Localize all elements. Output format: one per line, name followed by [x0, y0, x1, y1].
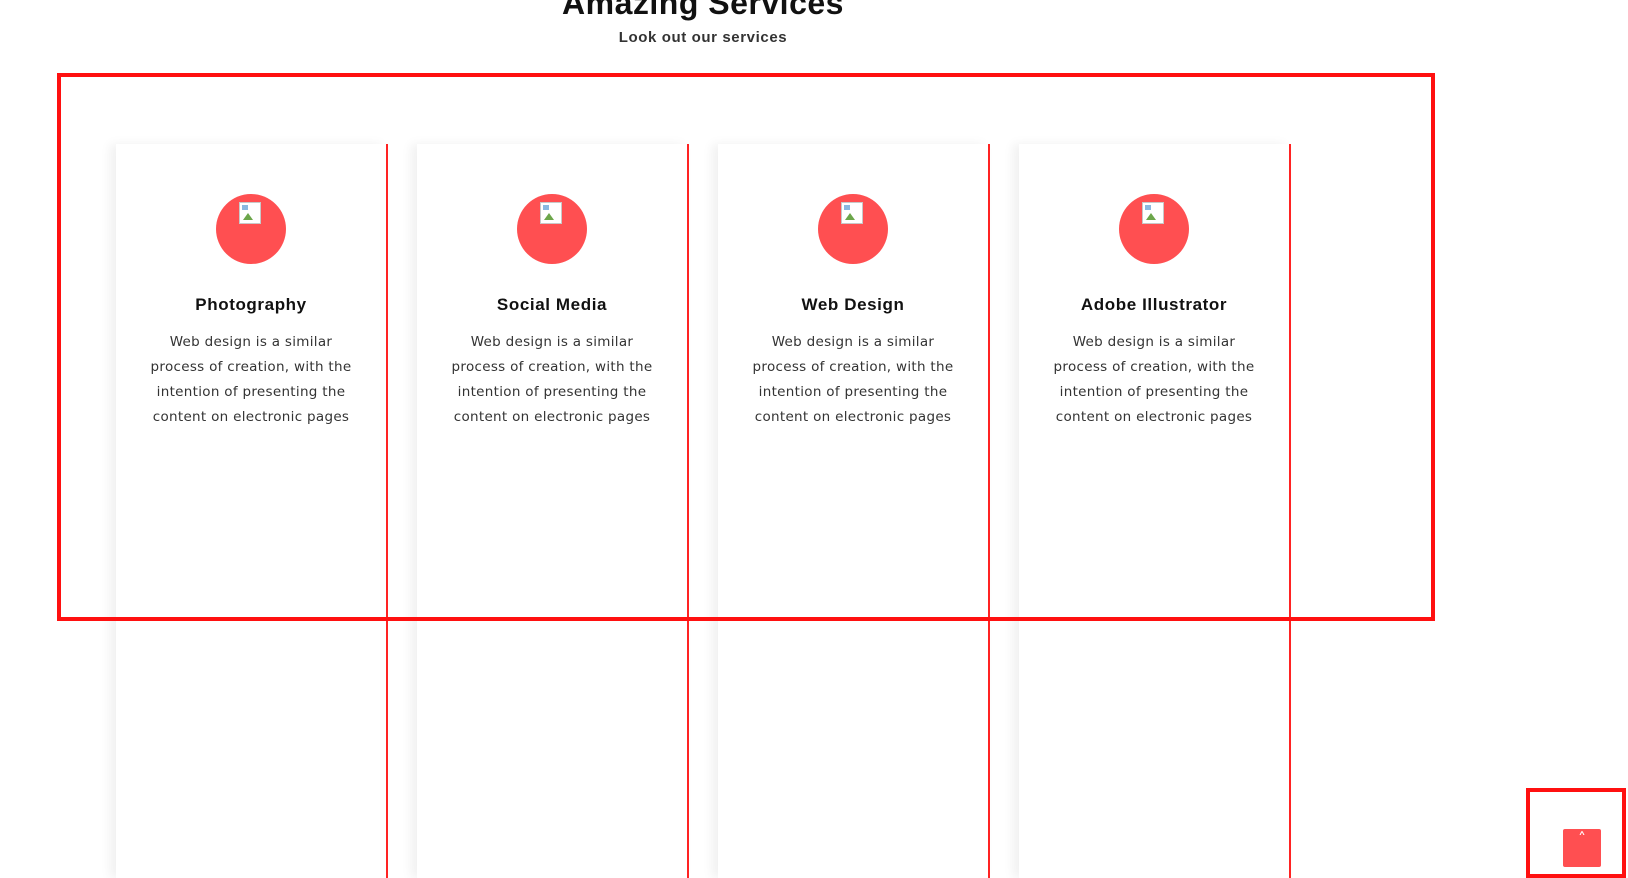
broken-image-icon	[841, 202, 863, 224]
service-title: Web Design	[801, 295, 905, 314]
service-card-photography: Photography Web design is a similar proc…	[116, 144, 388, 878]
service-description: Web design is a similar process of creat…	[1053, 334, 1255, 425]
broken-image-icon	[239, 202, 261, 224]
broken-image-icon	[540, 202, 562, 224]
service-description: Web design is a similar process of creat…	[150, 334, 352, 425]
service-icon-circle	[818, 194, 888, 264]
section-subtitle: Look out our services	[618, 29, 788, 46]
caret-up-icon: ˄	[1578, 829, 1586, 848]
scroll-to-top-button[interactable]: ˄	[1563, 829, 1601, 867]
section-title: Amazing Services	[562, 0, 844, 21]
service-card-web-design: Web Design Web design is a similar proce…	[718, 144, 990, 878]
service-icon-circle	[517, 194, 587, 264]
service-card-adobe-illustrator: Adobe Illustrator Web design is a simila…	[1019, 144, 1291, 878]
service-title: Social Media	[496, 295, 608, 314]
service-title: Photography	[195, 295, 307, 314]
service-icon-circle	[1119, 194, 1189, 264]
broken-image-icon	[1142, 202, 1164, 224]
service-description: Web design is a similar process of creat…	[451, 334, 653, 425]
service-title: Adobe Illustrator	[1080, 295, 1228, 314]
service-description: Web design is a similar process of creat…	[752, 334, 954, 425]
service-icon-circle	[216, 194, 286, 264]
service-card-social-media: Social Media Web design is a similar pro…	[417, 144, 689, 878]
